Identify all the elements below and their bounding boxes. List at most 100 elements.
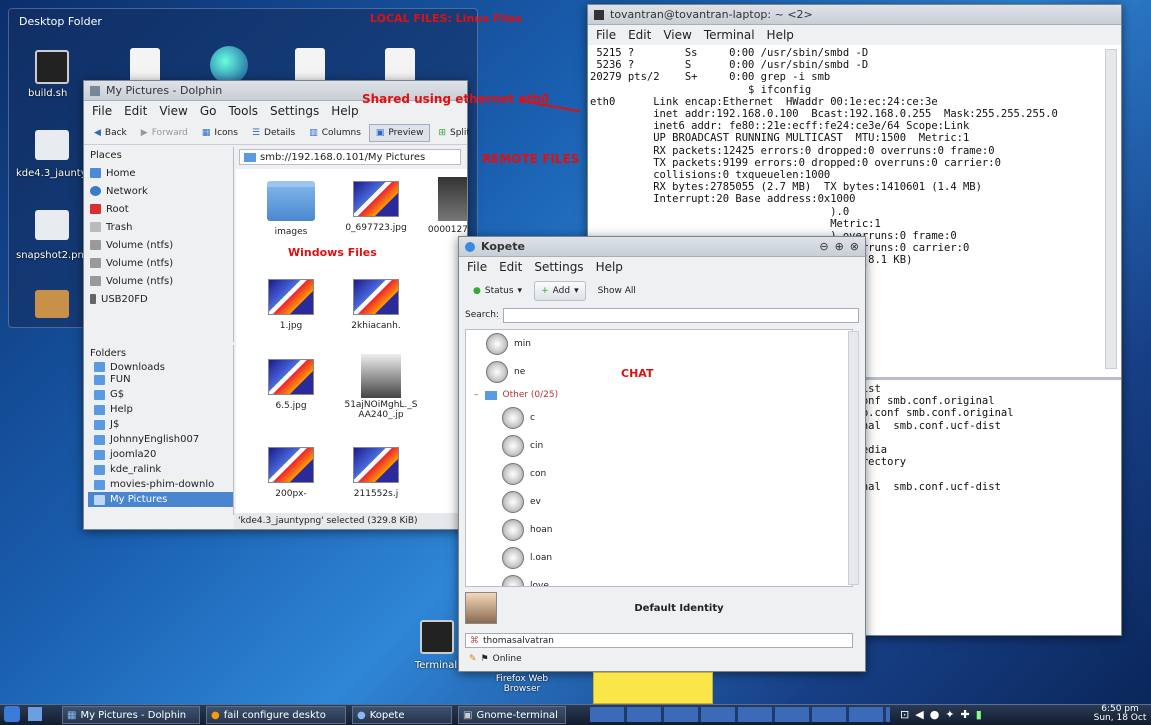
place-home[interactable]: Home	[84, 164, 233, 182]
preview-button[interactable]: ▣ Preview	[368, 123, 431, 142]
desktop-switch-icon[interactable]	[28, 707, 42, 721]
file-item[interactable]: 200px-	[256, 447, 326, 499]
menu-view[interactable]: View	[159, 104, 187, 118]
folder-fun[interactable]: FUN	[88, 372, 233, 387]
menu-help[interactable]: Help	[767, 28, 794, 42]
contact-item[interactable]: cin	[466, 432, 852, 460]
menu-file[interactable]: File	[92, 104, 112, 118]
menu-file[interactable]: File	[596, 28, 616, 42]
contact-item[interactable]: c	[466, 404, 852, 432]
folder-g[interactable]: G$	[88, 387, 233, 402]
file-item[interactable]: 1.jpg	[256, 279, 326, 331]
desktop-icon-snapshot[interactable]: snapshot2.png	[16, 250, 90, 261]
menu-edit[interactable]: Edit	[124, 104, 147, 118]
menu-help[interactable]: Help	[596, 260, 623, 274]
close-icon[interactable]: ⊗	[850, 240, 859, 253]
contact-item[interactable]: ne	[466, 358, 852, 386]
package-icon[interactable]	[35, 290, 69, 318]
update-icon[interactable]: ✚	[961, 708, 970, 721]
status-button[interactable]: ● Status ▾	[467, 283, 528, 299]
task-firefox[interactable]: ● fail configure deskto	[206, 706, 346, 724]
menu-edit[interactable]: Edit	[628, 28, 651, 42]
terminal-titlebar[interactable]: tovantran@tovantran-laptop: ~ <2>	[588, 5, 1121, 25]
task-kopete[interactable]: ● Kopete	[352, 706, 452, 724]
icons-view-button[interactable]: ▦ Icons	[196, 125, 244, 141]
menu-help[interactable]: Help	[331, 104, 358, 118]
menu-go[interactable]: Go	[200, 104, 217, 118]
terminal-icon[interactable]	[420, 620, 454, 654]
split-button[interactable]: ⊞ Split	[432, 125, 476, 141]
place-network[interactable]: Network	[84, 182, 233, 200]
kopete-tray-icon[interactable]: ●	[930, 708, 940, 721]
account-field[interactable]: ⌘ thomasalvatran	[465, 633, 853, 648]
menu-terminal[interactable]: Terminal	[704, 28, 755, 42]
menu-settings[interactable]: Settings	[270, 104, 319, 118]
file-item[interactable]: images	[256, 181, 326, 237]
file-item[interactable]: 0000127365-0	[426, 177, 467, 235]
menu-file[interactable]: File	[467, 260, 487, 274]
task-terminal[interactable]: ▣ Gnome-terminal	[458, 706, 566, 724]
battery-icon[interactable]: ▮	[976, 708, 982, 721]
image-icon[interactable]	[35, 130, 69, 160]
place-volume-1[interactable]: Volume (ntfs)	[84, 236, 233, 254]
image-icon[interactable]	[35, 210, 69, 240]
contact-item[interactable]: l.oan	[466, 544, 852, 572]
forward-button[interactable]: ▶ Forward	[135, 125, 194, 141]
place-volume-3[interactable]: Volume (ntfs)	[84, 272, 233, 290]
contact-item[interactable]: hoan	[466, 516, 852, 544]
window-menu-icon[interactable]	[90, 85, 100, 96]
back-button[interactable]: ◀ Back	[88, 125, 133, 141]
show-all-button[interactable]: Show All	[592, 283, 642, 299]
bluetooth-icon[interactable]: ✦	[945, 708, 954, 721]
file-item[interactable]: 51ajNOiMghL._S AA240_.jp	[336, 354, 426, 420]
minimize-icon[interactable]: ⊖	[819, 240, 828, 253]
columns-view-button[interactable]: ▥ Columns	[303, 125, 367, 141]
menu-edit[interactable]: Edit	[499, 260, 522, 274]
folder-joomla[interactable]: joomla20	[88, 447, 233, 462]
folder-johnny[interactable]: JohnnyEnglish007	[88, 432, 233, 447]
folder-my-pictures[interactable]: My Pictures	[88, 492, 233, 507]
folder-downloads[interactable]: Downloads	[88, 362, 233, 372]
place-root[interactable]: Root	[84, 200, 233, 218]
file-item[interactable]: 2khiacanh.	[336, 279, 416, 331]
file-item[interactable]: 211552s.j	[336, 447, 416, 499]
status-row[interactable]: ✎ ⚑ Online	[465, 651, 853, 667]
contact-item[interactable]: ev	[466, 488, 852, 516]
desktop-icon-build-sh[interactable]: build.sh	[28, 88, 67, 99]
terminal-scrollbar[interactable]	[1105, 49, 1117, 369]
search-input[interactable]	[502, 307, 859, 323]
contact-item[interactable]: con	[466, 460, 852, 488]
contact-scrollbar[interactable]	[848, 331, 859, 585]
avatar[interactable]	[465, 592, 497, 624]
kde-menu-icon[interactable]	[4, 706, 20, 722]
contact-group[interactable]: – Other (0/25)	[466, 386, 852, 404]
terminal-icon[interactable]	[35, 50, 69, 84]
desktop-icon-firefox[interactable]: Firefox Web Browser	[486, 674, 558, 694]
volume-icon[interactable]: ◀	[915, 708, 923, 721]
contact-item[interactable]: min	[466, 330, 852, 358]
add-button[interactable]: + Add ▾	[534, 281, 586, 301]
folder-kde-ralink[interactable]: kde_ralink	[88, 462, 233, 477]
location-bar[interactable]: smb://192.168.0.101/My Pictures	[239, 149, 461, 165]
task-dolphin[interactable]: ▦ My Pictures - Dolphin	[62, 706, 200, 724]
folder-help[interactable]: Help	[88, 402, 233, 417]
menu-view[interactable]: View	[663, 28, 691, 42]
desktop-icon-terminal[interactable]: Terminal	[414, 660, 458, 671]
place-usb[interactable]: USB20FD	[84, 290, 233, 308]
file-item[interactable]: 6.5.jpg	[256, 359, 326, 411]
folder-j[interactable]: J$	[88, 417, 233, 432]
details-view-button[interactable]: ☰ Details	[246, 125, 301, 141]
folder-movies[interactable]: movies-phim-downlo	[88, 477, 233, 492]
kopete-titlebar[interactable]: Kopete ⊖ ⊕ ⊗	[459, 237, 865, 257]
desktop-icon-kde4-png[interactable]: kde4.3_jaunty.png	[16, 168, 107, 179]
maximize-icon[interactable]: ⊕	[835, 240, 844, 253]
file-item[interactable]: 0_697723.jpg	[336, 181, 416, 233]
place-volume-2[interactable]: Volume (ntfs)	[84, 254, 233, 272]
clock[interactable]: 6:50 pm Sun, 18 Oct	[1090, 705, 1150, 724]
contact-item[interactable]: love	[466, 572, 852, 586]
network-icon[interactable]: ⊡	[900, 708, 909, 721]
pager[interactable]	[590, 707, 890, 722]
place-trash[interactable]: Trash	[84, 218, 233, 236]
menu-tools[interactable]: Tools	[228, 104, 258, 118]
menu-settings[interactable]: Settings	[534, 260, 583, 274]
